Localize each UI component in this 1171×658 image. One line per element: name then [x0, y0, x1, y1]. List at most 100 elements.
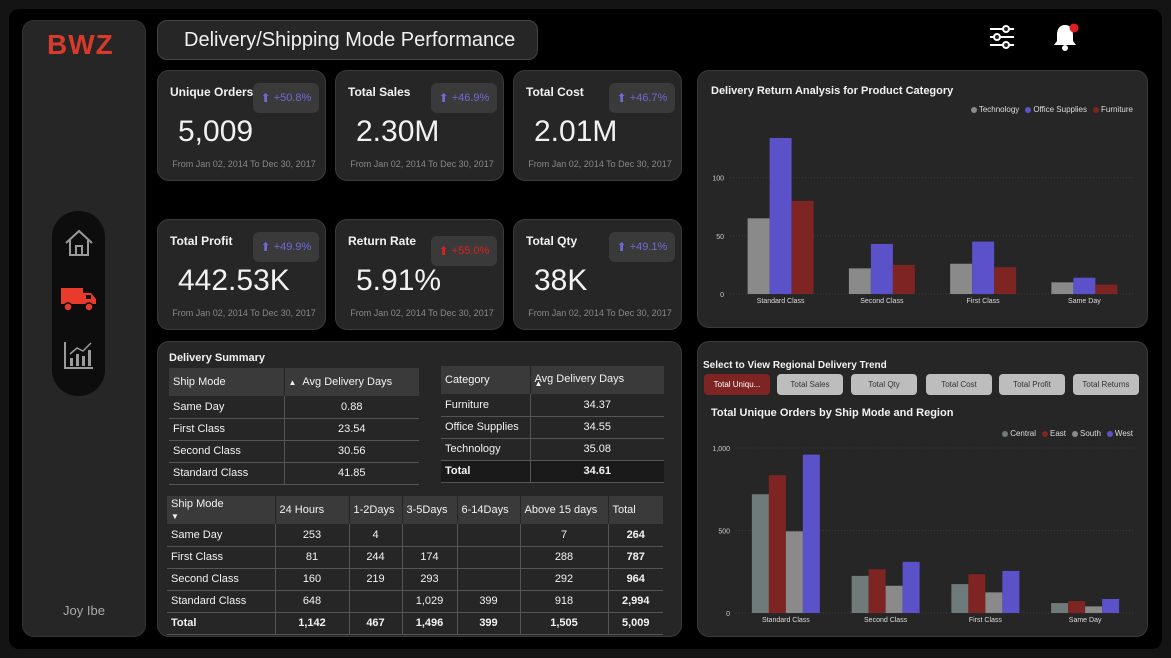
metric-button-total-qty[interactable]: Total Qty [851, 374, 917, 395]
bar-office-supplies[interactable] [972, 241, 995, 294]
kpi-period: From Jan 02, 2014 To Dec 30, 2017 [528, 159, 672, 169]
column-header[interactable]: Avg Delivery Days ▲ [530, 366, 664, 394]
y-tick-label: 0 [726, 611, 730, 618]
kpi-total-profit: Total Profit ⬆︎ +49.9% 442.53K From Jan 0… [157, 219, 326, 330]
home-icon[interactable] [52, 223, 105, 263]
column-header[interactable]: Above 15 days [520, 496, 609, 524]
kpi-total-qty: Total Qty ⬆︎ +49.1% 38K From Jan 02, 2014… [513, 219, 682, 330]
column-header[interactable]: Ship Mode [169, 368, 285, 396]
kpi-value: 5,009 [178, 115, 254, 148]
bar-technology[interactable] [1051, 282, 1074, 294]
kpi-value: 442.53K [178, 264, 290, 297]
author-name: Joy Ibe [63, 603, 105, 618]
bar-east[interactable] [1068, 601, 1086, 613]
bar-south[interactable] [985, 592, 1003, 613]
bar-east[interactable] [868, 569, 886, 613]
change-badge: ⬆︎ +46.9% [431, 83, 497, 113]
column-header[interactable]: 24 Hours [275, 496, 350, 524]
bar-south[interactable] [785, 531, 803, 613]
column-header[interactable]: Total [608, 496, 663, 524]
column-header[interactable]: Ship Mode ▼ [167, 496, 276, 524]
bar-east[interactable] [768, 475, 786, 613]
bar-central[interactable] [1051, 603, 1069, 613]
kpi-title: Unique Orders [170, 85, 254, 99]
bar-office-supplies[interactable] [769, 137, 792, 294]
bar-central[interactable] [751, 494, 769, 613]
bar-furniture[interactable] [1095, 284, 1118, 294]
trend-up-icon: ⬆︎ [616, 91, 627, 105]
bar-furniture[interactable] [791, 200, 814, 294]
bar-furniture[interactable] [892, 264, 915, 294]
x-tick-label: Standard Class [762, 617, 810, 624]
bar-technology[interactable] [848, 268, 871, 294]
table-row: Technology 35.08 [441, 438, 664, 461]
bar-east[interactable] [968, 574, 986, 613]
bar-west[interactable] [902, 561, 920, 613]
kpi-total-sales: Total Sales ⬆︎ +46.9% 2.30M From Jan 02, … [335, 70, 504, 181]
column-header[interactable]: ▲ Avg Delivery Days [284, 368, 419, 396]
kpi-title: Total Profit [170, 234, 233, 248]
column-header[interactable]: 1-2Days [349, 496, 403, 524]
sidebar: BWZ Joy Ibe [22, 20, 146, 637]
bar-technology[interactable] [747, 218, 770, 294]
metric-button-total-returns[interactable]: Total Returns [1073, 374, 1139, 395]
page-title: Delivery/Shipping Mode Performance [157, 20, 538, 60]
kpi-period: From Jan 02, 2014 To Dec 30, 2017 [528, 308, 672, 318]
table-row: Standard Class 648 1,029 399 918 2,994 [167, 590, 663, 613]
trend-up-icon: ⬆︎ [438, 91, 449, 105]
ship-mode-table: Ship Mode ▲ Avg Delivery Days Same Day 0.8… [169, 368, 419, 485]
bar-south[interactable] [1085, 606, 1103, 613]
bar-west[interactable] [802, 454, 820, 613]
metric-button-total-profit[interactable]: Total Profit [999, 374, 1065, 395]
kpi-return-rate: Return Rate ⬆︎ +55.0% 5.91% From Jan 02, … [335, 219, 504, 330]
filter-sliders-icon[interactable] [985, 22, 1019, 52]
return-analysis-chart: 0 50 100 Standard Class Second Class First Cl… [712, 137, 1135, 305]
y-tick-label: 50 [716, 234, 724, 241]
kpi-title: Total Qty [526, 234, 578, 248]
table-row: Second Class 30.56 [169, 440, 419, 463]
bar-central[interactable] [851, 575, 869, 613]
return-analysis-panel: Delivery Return Analysis for Product Cat… [697, 70, 1148, 328]
analytics-chart-icon[interactable] [52, 335, 105, 375]
table-row: Office Supplies 34.55 [441, 416, 664, 439]
bar-west[interactable] [1002, 570, 1020, 613]
kpi-period: From Jan 02, 2014 To Dec 30, 2017 [172, 159, 316, 169]
delivery-summary-title: Delivery Summary [169, 352, 265, 364]
metric-button-total-unique-orders[interactable]: Total Uniqu... [704, 374, 770, 395]
column-header[interactable]: Category [441, 366, 531, 394]
kpi-value: 38K [534, 264, 588, 297]
x-tick-label: Same Day [1068, 298, 1101, 305]
kpi-value: 2.01M [534, 115, 618, 148]
kpi-title: Total Cost [526, 85, 584, 99]
change-badge: ⬆︎ +49.1% [609, 232, 675, 262]
bar-office-supplies[interactable] [870, 243, 893, 294]
change-badge: ⬆︎ +49.9% [253, 232, 319, 262]
bar-central[interactable] [951, 584, 969, 613]
kpi-value: 5.91% [356, 264, 442, 297]
change-badge: ⬆︎ +46.7% [609, 83, 675, 113]
y-tick-label: 0 [720, 292, 724, 299]
bar-technology[interactable] [950, 263, 973, 294]
kpi-title: Return Rate [348, 234, 417, 248]
sort-asc-icon: ▲ [288, 378, 297, 387]
x-tick-label: Standard Class [757, 298, 805, 305]
delivery-truck-icon[interactable] [52, 279, 105, 319]
category-table: Category Avg Delivery Days ▲ Furniture 34.… [441, 366, 664, 483]
sort-desc-icon: ▼ [171, 512, 179, 521]
bar-west[interactable] [1102, 598, 1120, 613]
notification-bell-icon[interactable] [1048, 22, 1082, 52]
trend-up-icon: ⬆︎ [260, 240, 271, 254]
bar-south[interactable] [885, 585, 903, 613]
delivery-time-matrix: Ship Mode ▼ 24 Hours 1-2Days 3-5Days 6-14… [167, 496, 663, 635]
bar-office-supplies[interactable] [1073, 277, 1096, 294]
bar-furniture[interactable] [994, 267, 1017, 294]
metric-button-total-sales[interactable]: Total Sales [777, 374, 843, 395]
kpi-title: Total Sales [348, 85, 411, 99]
column-header[interactable]: 6-14Days [457, 496, 521, 524]
x-tick-label: Second Class [860, 298, 904, 305]
trend-up-icon: ⬆︎ [438, 244, 449, 258]
metric-button-total-cost[interactable]: Total Cost [926, 374, 992, 395]
column-header[interactable]: 3-5Days [402, 496, 458, 524]
table-total-row: Total 34.61 [441, 460, 664, 483]
x-tick-label: Second Class [864, 617, 908, 624]
